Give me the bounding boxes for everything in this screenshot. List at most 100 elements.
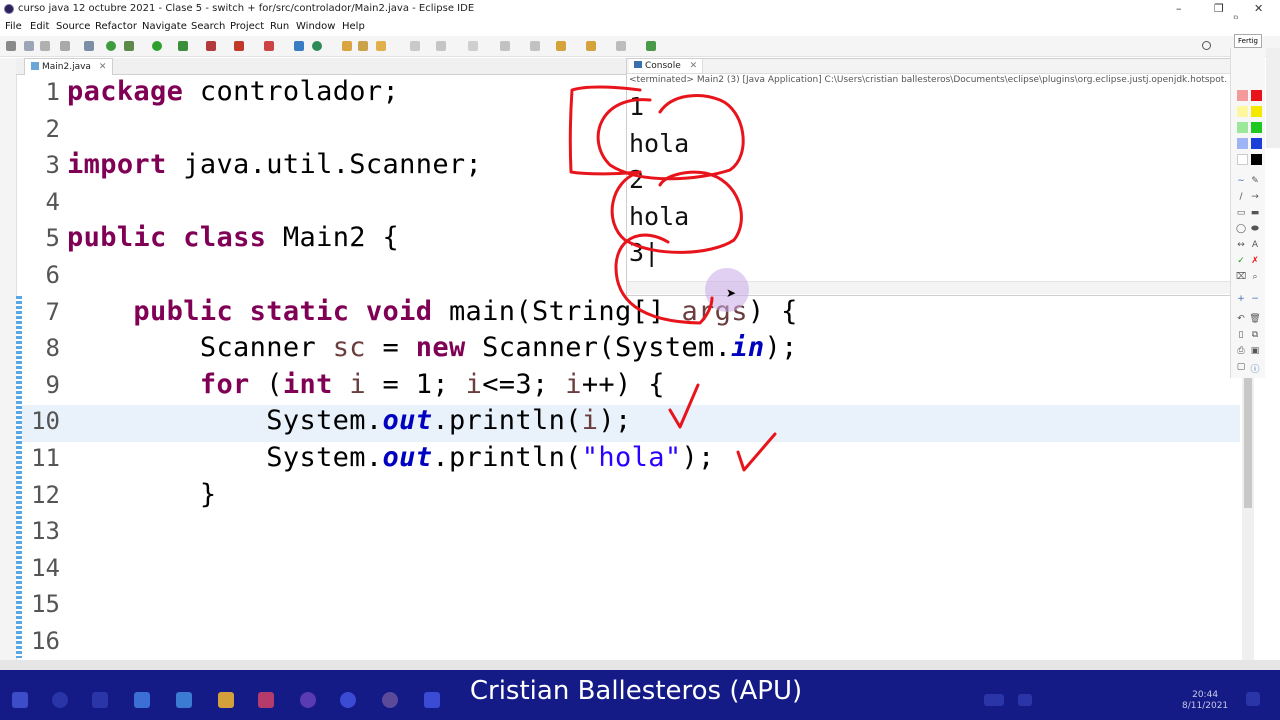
code-text[interactable]: package controlador;: [67, 76, 399, 107]
red-swatch[interactable]: [1251, 90, 1262, 101]
filled-rectangle-icon[interactable]: ▬: [1249, 208, 1261, 218]
code-line[interactable]: 11 System.out.println("hola");: [22, 442, 1240, 479]
save-palette-icon[interactable]: ▣: [1249, 346, 1261, 356]
last-edit-icon[interactable]: [500, 41, 510, 51]
search-tool-icon[interactable]: [376, 41, 386, 51]
toggle-mark-icon[interactable]: [410, 41, 420, 51]
pin-icon[interactable]: [468, 41, 478, 51]
forward-icon[interactable]: [556, 41, 566, 51]
menu-navigate[interactable]: Navigate: [142, 21, 187, 32]
print-icon[interactable]: [60, 41, 70, 51]
code-line[interactable]: 8 Scanner sc = new Scanner(System.in);: [22, 332, 1240, 369]
code-line[interactable]: 13: [22, 515, 1240, 552]
light-blue-swatch[interactable]: [1237, 138, 1248, 149]
debug-icon[interactable]: [124, 41, 134, 51]
code-line[interactable]: 7 public static void main(String[] args)…: [22, 296, 1240, 333]
menu-refactor[interactable]: Refactor: [95, 21, 137, 32]
page-icon[interactable]: ▯: [1235, 330, 1247, 340]
check-icon[interactable]: ✓: [1235, 256, 1247, 266]
skip-breakpoints-icon[interactable]: [106, 41, 116, 51]
double-arrow-icon[interactable]: ↔: [1235, 240, 1247, 250]
copy-icon[interactable]: ⧉: [1249, 330, 1261, 340]
history-icon[interactable]: [586, 41, 596, 51]
screen-icon[interactable]: ▢: [1235, 362, 1247, 372]
code-text[interactable]: System.out.println(i);: [67, 405, 632, 436]
search-icon[interactable]: [1202, 41, 1211, 50]
menu-edit[interactable]: Edit: [30, 21, 49, 32]
annotation-next-icon[interactable]: [436, 41, 446, 51]
run-icon[interactable]: [152, 41, 162, 51]
new-icon[interactable]: [6, 41, 16, 51]
code-text[interactable]: Scanner sc = new Scanner(System.in);: [67, 332, 798, 363]
editor-vertical-scrollbar[interactable]: [1242, 378, 1254, 660]
stamp-icon[interactable]: ⌧: [1235, 272, 1247, 282]
green-swatch[interactable]: [1251, 122, 1262, 133]
back-icon[interactable]: [530, 41, 540, 51]
highlighter-icon[interactable]: ✎: [1249, 176, 1261, 186]
minimize-button[interactable]: –: [1176, 2, 1182, 15]
code-text[interactable]: }: [67, 479, 216, 510]
taskbar-clock[interactable]: 20:44 8/11/2021: [1182, 690, 1228, 712]
menu-help[interactable]: Help: [342, 21, 365, 32]
menu-search[interactable]: Search: [191, 21, 225, 32]
fertig-button[interactable]: Fertig: [1234, 34, 1262, 48]
info-icon[interactable]: ⓘ: [1249, 362, 1261, 375]
restore-button[interactable]: ❐: [1214, 2, 1224, 15]
pink-swatch[interactable]: [1237, 90, 1248, 101]
line-icon[interactable]: /: [1235, 192, 1247, 202]
zoom-icon[interactable]: ⌕: [1249, 272, 1261, 282]
open-task-icon[interactable]: [358, 41, 368, 51]
new-class-icon[interactable]: [294, 41, 304, 51]
web-icon[interactable]: [312, 41, 322, 51]
tab-main2-java[interactable]: Main2.java ✕: [24, 58, 114, 75]
text-tool-icon[interactable]: A: [1249, 240, 1261, 250]
scrollbar-thumb[interactable]: [1244, 378, 1252, 508]
menu-project[interactable]: Project: [230, 21, 264, 32]
menu-file[interactable]: File: [5, 21, 22, 32]
open-type-icon[interactable]: [342, 41, 352, 51]
ellipse-icon[interactable]: ◯: [1235, 224, 1247, 234]
light-green-swatch[interactable]: [1237, 122, 1248, 133]
code-text[interactable]: public class Main2 {: [67, 222, 399, 253]
code-line[interactable]: 14: [22, 552, 1240, 589]
white-swatch[interactable]: [1237, 154, 1248, 165]
menu-run[interactable]: Run: [270, 21, 289, 32]
arrow-icon[interactable]: →: [1249, 192, 1261, 202]
coverage-icon[interactable]: [178, 41, 188, 51]
menu-source[interactable]: Source: [56, 21, 90, 32]
filled-ellipse-icon[interactable]: ⬬: [1249, 224, 1261, 234]
external-tools-icon[interactable]: [206, 41, 216, 51]
close-tab-icon[interactable]: ✕: [99, 62, 107, 72]
blue-swatch[interactable]: [1251, 138, 1262, 149]
rectangle-icon[interactable]: ▭: [1235, 208, 1247, 218]
yellow-swatch[interactable]: [1251, 106, 1262, 117]
code-line[interactable]: 12 }: [22, 479, 1240, 516]
terminal-icon[interactable]: [84, 41, 94, 51]
save-all-icon[interactable]: [40, 41, 50, 51]
print-palette-icon[interactable]: ⎙: [1235, 346, 1247, 356]
open-perspective-icon[interactable]: [646, 41, 656, 51]
code-line[interactable]: 10 System.out.println(i);: [22, 405, 1240, 443]
code-text[interactable]: System.out.println("hola");: [67, 442, 715, 473]
new-java-project-icon[interactable]: [234, 41, 244, 51]
black-swatch[interactable]: [1251, 154, 1262, 165]
code-line[interactable]: 9 for (int i = 1; i<=3; i++) {: [22, 369, 1240, 406]
undo-icon[interactable]: ↶: [1235, 314, 1247, 324]
code-line[interactable]: 16: [22, 625, 1240, 662]
light-yellow-swatch[interactable]: [1237, 106, 1248, 117]
minus-icon[interactable]: −: [1249, 294, 1261, 304]
pen-icon[interactable]: ∼: [1235, 176, 1247, 186]
menu-window[interactable]: Window: [296, 21, 335, 32]
trash-icon[interactable]: 🗑: [1249, 314, 1261, 324]
cross-icon[interactable]: ✗: [1249, 256, 1261, 266]
code-text[interactable]: import java.util.Scanner;: [67, 149, 482, 180]
close-console-icon[interactable]: ✕: [690, 61, 698, 71]
code-text[interactable]: for (int i = 1; i<=3; i++) {: [67, 369, 665, 400]
code-line[interactable]: 15: [22, 588, 1240, 625]
tab-console[interactable]: Console ✕: [629, 59, 704, 73]
close-window-button[interactable]: ✕: [1254, 2, 1263, 15]
console-output[interactable]: 1 hola 2 hola 3|: [629, 89, 689, 272]
code-text[interactable]: public static void main(String[] args) {: [67, 296, 798, 327]
save-icon[interactable]: [24, 41, 34, 51]
nav-icon[interactable]: [616, 41, 626, 51]
